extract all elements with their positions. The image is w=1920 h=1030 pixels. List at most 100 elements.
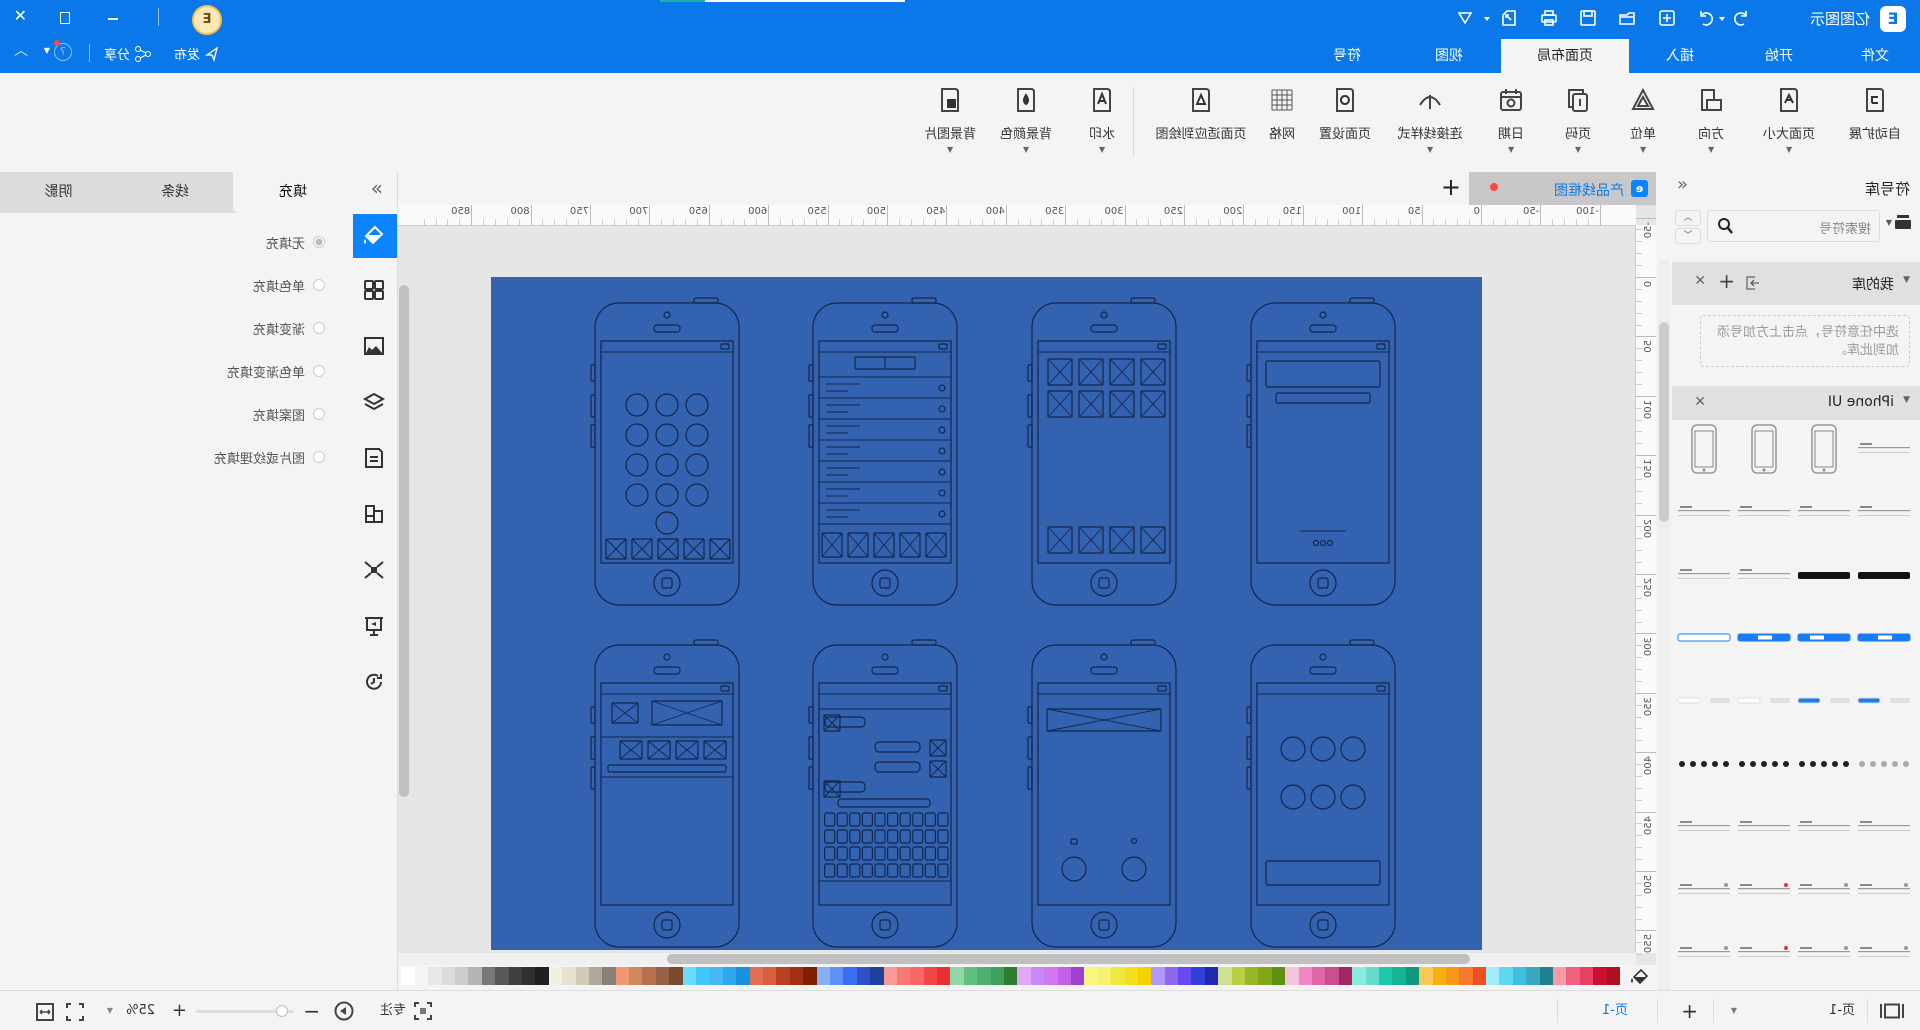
symbol-thumbnail[interactable] (1796, 548, 1852, 602)
color-swatch[interactable] (883, 967, 897, 985)
symbol-thumbnail[interactable] (1736, 485, 1792, 539)
color-swatch[interactable] (803, 967, 817, 985)
redo-icon[interactable] (1695, 9, 1715, 29)
color-swatch[interactable] (1124, 967, 1138, 985)
toolbar-history-button[interactable] (352, 660, 397, 704)
horizontal-scrollbar-thumb[interactable] (667, 954, 1470, 964)
color-swatch[interactable] (1459, 967, 1473, 985)
color-swatch[interactable] (1137, 967, 1152, 985)
symbol-thumbnail[interactable] (1676, 926, 1732, 980)
phone-wireframe-list[interactable] (808, 295, 960, 609)
radio-button[interactable] (313, 279, 325, 291)
color-swatch[interactable] (562, 967, 576, 985)
color-swatch[interactable] (829, 967, 844, 985)
color-swatch[interactable] (923, 967, 938, 985)
color-swatch[interactable] (990, 967, 1005, 985)
toolbar-page-properties-button[interactable] (352, 436, 397, 480)
color-swatch[interactable] (950, 967, 964, 985)
symbol-panel-scrollbar[interactable] (1658, 260, 1670, 990)
color-swatch[interactable] (870, 967, 884, 985)
symbol-thumbnail[interactable] (1736, 737, 1792, 791)
color-swatch[interactable] (1312, 967, 1326, 985)
unsaved-dot[interactable] (1490, 183, 1498, 191)
tab-1[interactable]: 开始 (1746, 39, 1812, 73)
color-swatch[interactable] (1365, 967, 1379, 985)
new-tab-button[interactable]: + (1441, 173, 1461, 201)
color-swatch[interactable] (1084, 967, 1098, 985)
fill-option[interactable]: 无填充 (266, 231, 325, 253)
tab-line[interactable]: 线条 (117, 172, 233, 213)
scrollbar-thumb[interactable] (1659, 322, 1669, 522)
color-swatch[interactable] (1097, 967, 1112, 985)
color-swatch[interactable] (414, 967, 429, 985)
tab-fill[interactable]: 填充 (233, 172, 353, 213)
symbol-thumbnail[interactable] (1856, 548, 1912, 602)
search-icon[interactable] (1716, 217, 1734, 235)
ribbon-button-background-color[interactable]: 背景颜色 ▼ (986, 87, 1066, 154)
zoom-slider-thumb[interactable] (276, 1005, 289, 1017)
color-swatch[interactable] (1017, 967, 1031, 985)
my-library-header[interactable]: ▼ 我的库 + ✕ (1672, 262, 1920, 305)
ribbon-button-date[interactable]: 日期 ▼ (1471, 87, 1551, 154)
color-swatch[interactable] (1472, 967, 1487, 985)
symbol-thumbnail[interactable] (1856, 737, 1912, 791)
ribbon-button-auto-expand[interactable]: 自动扩展 (1835, 87, 1915, 154)
save-icon[interactable] (1577, 9, 1597, 29)
undo-icon[interactable] (1730, 9, 1750, 29)
phone-wireframe-incoming[interactable] (1027, 637, 1179, 951)
tab-2[interactable]: 插入 (1646, 39, 1714, 73)
color-swatch[interactable] (1164, 967, 1179, 985)
color-swatch[interactable] (1338, 967, 1353, 985)
tab-4[interactable]: 视图 (1414, 39, 1484, 73)
symbol-thumbnail[interactable] (1676, 548, 1732, 602)
color-swatch[interactable] (1070, 967, 1085, 985)
symbol-thumbnail[interactable] (1796, 674, 1852, 728)
symbol-thumbnail[interactable] (1736, 611, 1792, 665)
color-swatch[interactable] (1178, 967, 1192, 985)
color-swatch[interactable] (709, 967, 723, 985)
tab-0[interactable]: 文件 (1842, 39, 1908, 73)
export-icon[interactable] (1498, 9, 1518, 29)
color-swatch[interactable] (896, 967, 911, 985)
color-swatch[interactable] (1151, 967, 1165, 985)
vertical-scrollbar[interactable] (399, 227, 409, 952)
color-swatch[interactable] (441, 967, 456, 985)
color-swatch[interactable] (602, 967, 616, 985)
color-swatch[interactable] (588, 967, 603, 985)
fit-width-icon[interactable] (36, 1003, 54, 1021)
color-swatch[interactable] (736, 967, 750, 985)
radio-button[interactable] (313, 236, 325, 248)
phone-wireframe-login[interactable] (1246, 295, 1398, 609)
color-swatch[interactable] (401, 967, 415, 985)
zoom-in-button[interactable]: + (172, 991, 187, 1030)
ribbon-button-connector-style[interactable]: 连接线样式 ▼ (1390, 87, 1470, 154)
print-icon[interactable] (1538, 9, 1558, 29)
open-folder-icon[interactable] (1616, 9, 1636, 29)
color-swatch[interactable] (1512, 967, 1527, 985)
color-swatch[interactable] (655, 967, 670, 985)
toolbar-image-button[interactable] (352, 324, 397, 368)
symbol-search-input[interactable]: 搜索符号 (1707, 210, 1880, 242)
close-button[interactable]: ✕ (14, 6, 27, 25)
play-presentation-icon[interactable] (334, 1001, 354, 1021)
color-swatch[interactable] (1566, 967, 1580, 985)
color-swatch[interactable] (669, 967, 683, 985)
symbol-thumbnail[interactable] (1736, 548, 1792, 602)
ribbon-button-watermark[interactable]: 水印 ▼ (1062, 87, 1142, 154)
color-swatch[interactable] (696, 967, 710, 985)
zoom-slider[interactable] (196, 1005, 294, 1017)
phone-wireframe-photo[interactable] (590, 637, 742, 951)
symbol-thumbnail[interactable] (1856, 863, 1912, 917)
color-swatch[interactable] (615, 967, 630, 985)
page-selector[interactable]: 页-1 (1829, 991, 1855, 1030)
expand-panel-button[interactable]: » (371, 176, 383, 200)
color-swatch[interactable] (1378, 967, 1393, 985)
symbol-thumbnail[interactable] (1676, 800, 1732, 854)
ribbon-button-orientation[interactable]: 方向 ▼ (1671, 87, 1751, 154)
symbol-thumbnail[interactable] (1676, 863, 1732, 917)
minimize-button[interactable] (108, 18, 118, 20)
symbol-thumbnail[interactable] (1676, 737, 1732, 791)
radio-button[interactable] (313, 408, 325, 420)
focus-mode-icon[interactable] (414, 1002, 432, 1020)
color-swatch[interactable] (1231, 967, 1246, 985)
